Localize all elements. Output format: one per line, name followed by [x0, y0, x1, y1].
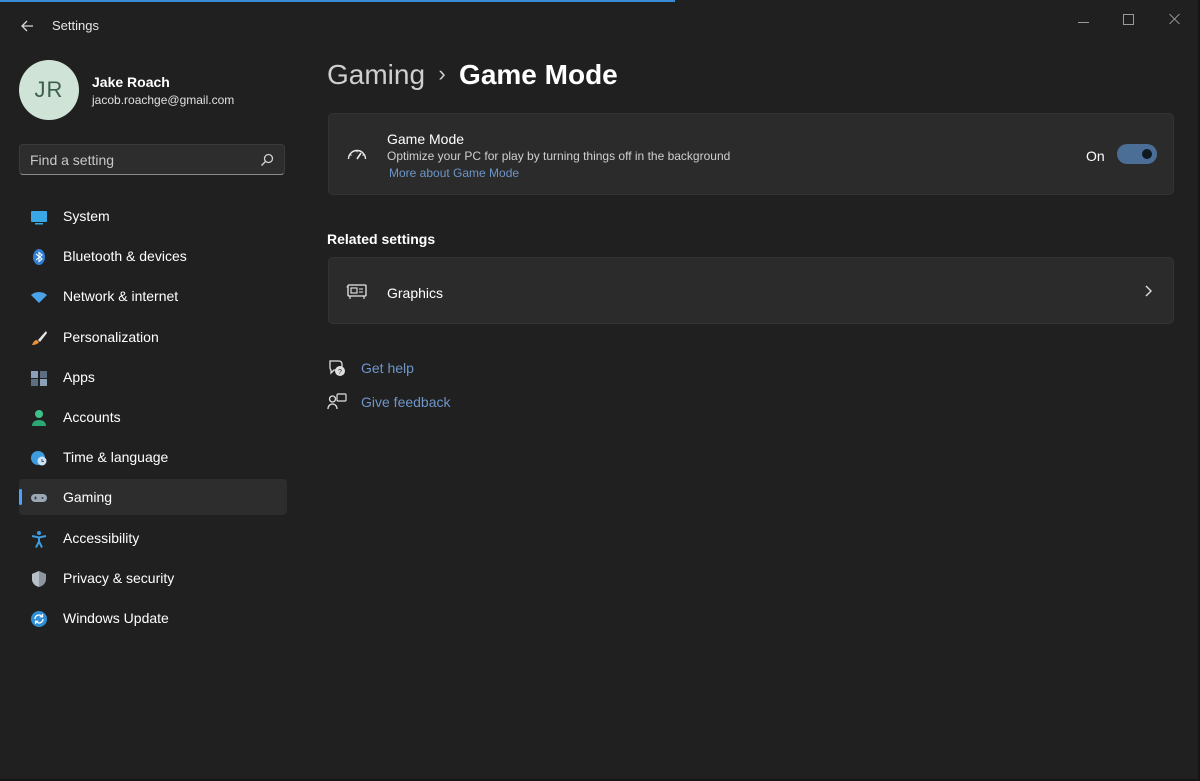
user-email: jacob.roachge@gmail.com: [92, 93, 235, 107]
person-icon: [32, 409, 46, 426]
feedback-icon: [327, 393, 347, 410]
minimize-button[interactable]: [1069, 10, 1099, 30]
back-arrow-icon: [21, 20, 33, 32]
graphics-card-icon: [346, 284, 367, 299]
sidebar-item-label: Accessibility: [63, 529, 140, 546]
get-help-link[interactable]: Get help: [361, 360, 414, 376]
maximize-button[interactable]: [1114, 10, 1144, 30]
page-title: Game Mode: [459, 59, 618, 90]
sidebar-item-personalization[interactable]: Personalization: [19, 319, 287, 355]
title-bar: Settings: [0, 2, 1200, 48]
breadcrumb-parent[interactable]: Gaming: [327, 59, 425, 90]
search-icon[interactable]: [260, 153, 274, 167]
sidebar-item-system[interactable]: System: [19, 198, 287, 234]
sidebar-item-label: Apps: [63, 368, 95, 385]
sidebar-nav: System Bluetooth & devices Network & int…: [19, 198, 287, 640]
sidebar-item-label: Personalization: [63, 328, 159, 345]
close-button[interactable]: [1160, 10, 1190, 30]
game-mode-description: Optimize your PC for play by turning thi…: [387, 149, 731, 163]
shield-icon: [32, 570, 46, 587]
sidebar-item-label: Accounts: [63, 408, 121, 425]
user-profile[interactable]: JR Jake Roach jacob.roachge@gmail.com: [19, 60, 234, 120]
search-input[interactable]: [30, 151, 250, 169]
game-mode-card: Game Mode Optimize your PC for play by t…: [328, 113, 1174, 195]
gamepad-icon: [31, 494, 47, 503]
help-chat-icon: ?: [329, 360, 345, 376]
related-settings-heading: Related settings: [327, 231, 436, 247]
more-about-game-mode-link[interactable]: More about Game Mode: [389, 166, 519, 180]
search-box[interactable]: [19, 144, 285, 175]
bluetooth-icon: [33, 249, 45, 266]
sidebar-item-windows-update[interactable]: Windows Update: [19, 600, 287, 636]
sidebar-item-label: Bluetooth & devices: [63, 248, 187, 265]
chevron-right-icon: [1145, 285, 1152, 297]
sidebar-item-time-language[interactable]: Time & language: [19, 439, 287, 475]
sidebar-item-label: Gaming: [63, 489, 113, 506]
sidebar-item-apps[interactable]: Apps: [19, 359, 287, 395]
breadcrumb: Gaming › Game Mode: [327, 59, 618, 91]
sidebar-item-label: System: [63, 208, 110, 224]
globe-clock-icon: [31, 451, 47, 466]
wifi-icon: [31, 292, 47, 304]
update-icon: [31, 610, 47, 627]
sidebar-item-label: Time & language: [63, 449, 169, 466]
graphics-card[interactable]: Graphics: [328, 257, 1174, 324]
speedometer-icon: [347, 149, 367, 160]
give-feedback-link[interactable]: Give feedback: [361, 394, 451, 410]
game-mode-title: Game Mode: [387, 131, 465, 147]
game-mode-toggle[interactable]: [1117, 144, 1157, 164]
breadcrumb-separator: ›: [438, 61, 446, 86]
brush-icon: [32, 330, 47, 345]
apps-icon: [31, 370, 47, 386]
graphics-label: Graphics: [387, 285, 444, 301]
sidebar-item-label: Windows Update: [63, 609, 169, 626]
monitor-icon: [31, 211, 47, 225]
toggle-state-label: On: [1086, 148, 1105, 164]
sidebar-item-label: Privacy & security: [63, 569, 175, 586]
sidebar-item-accessibility[interactable]: Accessibility: [19, 520, 287, 556]
svg-text:?: ?: [338, 369, 342, 376]
sidebar-item-network[interactable]: Network & internet: [19, 278, 287, 314]
sidebar-item-privacy[interactable]: Privacy & security: [19, 560, 287, 596]
sidebar-item-accounts[interactable]: Accounts: [19, 399, 287, 435]
accessibility-icon: [31, 530, 47, 548]
sidebar-item-bluetooth[interactable]: Bluetooth & devices: [19, 238, 287, 274]
user-name: Jake Roach: [92, 74, 170, 90]
app-title: Settings: [52, 18, 99, 33]
back-button[interactable]: [15, 14, 39, 38]
avatar[interactable]: JR: [19, 60, 79, 120]
sidebar-item-gaming[interactable]: Gaming: [19, 479, 287, 516]
sidebar-item-label: Network & internet: [63, 288, 179, 305]
